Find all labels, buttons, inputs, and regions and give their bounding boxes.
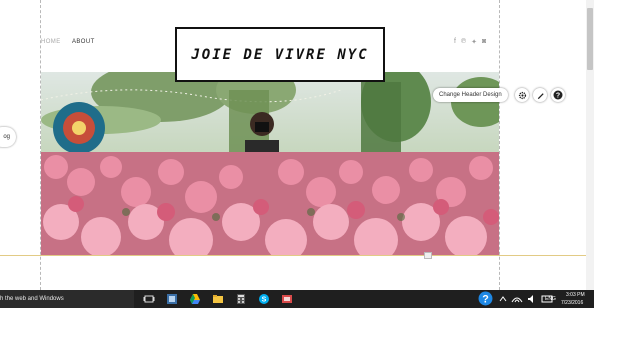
header-image <box>41 72 499 255</box>
pen-icon[interactable] <box>533 88 547 102</box>
skype-icon[interactable]: S <box>258 293 270 305</box>
calculator-icon[interactable] <box>235 293 247 305</box>
network-icon[interactable] <box>511 293 523 305</box>
svg-text:?: ? <box>556 93 560 100</box>
nav-about-link[interactable]: ABOUT <box>72 39 95 45</box>
volume-icon[interactable] <box>526 293 538 305</box>
instagram-icon[interactable]: ◙ <box>482 38 486 46</box>
windows-taskbar: h the web and Windows S ? ENG 3:03 PM 7/… <box>0 290 594 308</box>
nav-home-link[interactable]: HOME <box>41 39 61 45</box>
file-explorer-icon[interactable] <box>212 293 224 305</box>
browser-page: HOME ABOUT f ℗ ✦ ◙ JOIE DE VIVRE NYC Cha… <box>0 0 594 308</box>
vertical-scrollbar[interactable] <box>586 0 594 290</box>
resize-handle[interactable] <box>424 252 432 259</box>
pinterest-icon[interactable]: ℗ <box>461 38 466 46</box>
photo-viewer-icon[interactable] <box>281 293 293 305</box>
help-icon[interactable]: ? <box>478 291 493 306</box>
facebook-icon[interactable]: f <box>454 38 456 46</box>
gear-icon[interactable] <box>515 88 529 102</box>
rose-garden-photo <box>41 72 499 255</box>
photo-app-icon[interactable] <box>166 293 178 305</box>
help-icon[interactable]: ? <box>551 88 565 102</box>
logo-text: JOIE DE VIVRE NYC <box>191 46 369 63</box>
clock-date[interactable]: 7/23/2016 <box>561 300 583 306</box>
language-indicator[interactable]: ENG <box>545 296 556 302</box>
social-icons: f ℗ ✦ ◙ <box>454 38 486 46</box>
google-drive-icon[interactable] <box>189 293 201 305</box>
scroll-thumb[interactable] <box>587 8 593 70</box>
change-header-design-button[interactable]: Change Header Design <box>433 88 508 102</box>
clock-time[interactable]: 3:03 PM <box>566 292 585 298</box>
chevron-up-icon[interactable] <box>497 293 509 305</box>
taskbar-search-box[interactable]: h the web and Windows <box>0 290 134 308</box>
blog-tab[interactable]: og <box>0 127 16 147</box>
header-divider <box>0 255 586 256</box>
site-logo[interactable]: JOIE DE VIVRE NYC <box>175 27 385 82</box>
right-guide-line <box>499 0 500 290</box>
svg-text:?: ? <box>482 293 489 305</box>
twitter-icon[interactable]: ✦ <box>471 38 477 46</box>
svg-text:S: S <box>262 297 267 304</box>
task-view-icon[interactable] <box>143 293 155 305</box>
